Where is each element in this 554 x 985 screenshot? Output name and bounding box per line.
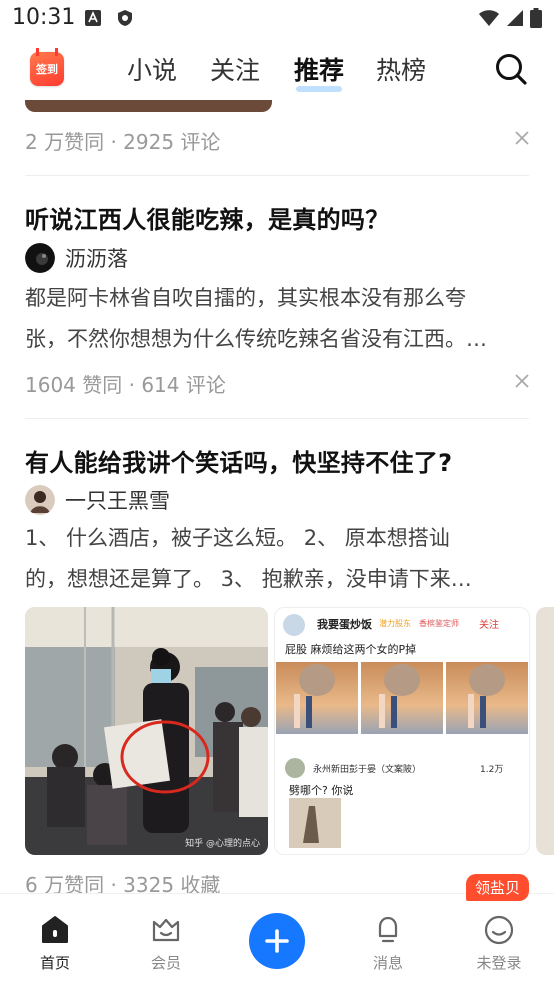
top-navigation: 签到 小说 关注 推荐 热榜: [0, 38, 554, 100]
author-row[interactable]: 沥沥落: [25, 243, 128, 273]
home-icon: [42, 916, 68, 943]
divider: [25, 175, 529, 176]
image-watermark: 知乎 @心理的点心: [185, 839, 260, 849]
tab-novel[interactable]: 小说: [127, 51, 177, 87]
tab-home[interactable]: 首页: [0, 894, 110, 985]
question-title[interactable]: 有人能给我讲个笑话吗，快坚持不住了?: [25, 443, 452, 478]
member-icon: [152, 918, 180, 942]
avatar: [25, 485, 55, 515]
tab-hot-list[interactable]: 热榜: [376, 51, 426, 87]
status-bar: 10:31: [0, 0, 554, 38]
answer-excerpt[interactable]: 都是阿卡林省自吹自擂的，其实根本没有那么夸 张，不然你想想为什么传统吃辣名省没有…: [25, 278, 530, 360]
post-caption: 屁股 麻烦给这两个女的P掉: [285, 643, 417, 656]
avatar: [283, 614, 305, 636]
tab-profile[interactable]: 未登录: [444, 894, 554, 985]
status-time: 10:31: [12, 5, 76, 30]
subway-photo: [25, 607, 268, 855]
answer-excerpt[interactable]: 1、 什么酒店，被子这么短。 2、 原本想搭讪 的，想想还是算了。 3、 抱歉亲…: [25, 518, 530, 600]
signin-button[interactable]: 签到: [30, 48, 64, 86]
reply-user: 永州新田彭于晏（文案陂）: [313, 765, 422, 775]
avatar: [25, 243, 55, 273]
author-row[interactable]: 一只王黑雪: [25, 485, 170, 515]
battery-icon: [530, 8, 542, 28]
answer-image-peek[interactable]: [536, 607, 554, 855]
tab-label: 首页: [39, 954, 70, 972]
plus-icon: [265, 929, 289, 953]
tab-label: 未登录: [476, 954, 522, 972]
signal-icon: [507, 10, 523, 26]
post-user: 我要蛋炒饭: [317, 618, 372, 631]
author-name: 一只王黑雪: [65, 489, 170, 513]
tab-label: 消息: [372, 954, 403, 972]
profile-icon: [484, 915, 514, 945]
reply-photo: [289, 798, 341, 848]
excerpt-line: 1、 什么酒店，被子这么短。 2、 原本想搭讪: [25, 526, 450, 550]
answer-image[interactable]: 我要蛋炒饭 潜力股东 香槟鉴定师 关注 屁股 麻烦给这两个女的P掉 永州新田彭于…: [274, 607, 530, 855]
reply-text: 劈哪个? 你说: [289, 784, 354, 797]
previous-item-thumbnail[interactable]: [25, 100, 272, 112]
tab-recommend[interactable]: 推荐: [294, 51, 344, 87]
bottom-tab-bar: 首页 会员 消息 未登录: [0, 893, 554, 985]
wifi-icon: [479, 10, 499, 26]
tab-follow[interactable]: 关注: [210, 51, 260, 87]
status-right: [478, 8, 542, 28]
tab-messages[interactable]: 消息: [333, 894, 443, 985]
user-tag: 潜力股东: [379, 619, 411, 628]
create-button[interactable]: [249, 913, 305, 969]
signin-label: 签到: [36, 63, 58, 76]
follow-label: 关注: [479, 620, 499, 631]
avatar: [285, 758, 305, 778]
promo-badge[interactable]: 领盐贝: [466, 874, 530, 901]
excerpt-line: 都是阿卡林省自吹自擂的，其实根本没有那么夸: [25, 286, 466, 310]
user-tag: 香槟鉴定师: [419, 619, 459, 628]
search-icon[interactable]: [494, 52, 528, 86]
dismiss-icon[interactable]: [514, 373, 530, 389]
reply-likes: 1.2万: [480, 765, 504, 775]
answer-image[interactable]: 知乎 @心理的点心: [25, 607, 268, 855]
tab-member[interactable]: 会员: [111, 894, 221, 985]
previous-item-stats: 2 万赞同 · 2925 评论: [25, 130, 221, 154]
item-stats: 1604 赞同 · 614 评论: [25, 373, 226, 397]
excerpt-line: 的，想想还是算了。 3、 抱歉亲，没申请下来…: [25, 567, 472, 591]
post-photos: [276, 662, 528, 734]
divider: [25, 418, 529, 419]
shield-icon: [118, 10, 132, 26]
question-title[interactable]: 听说江西人很能吃辣，是真的吗？: [25, 200, 390, 235]
bell-icon: [378, 916, 398, 943]
dismiss-icon[interactable]: [514, 130, 530, 146]
author-name: 沥沥落: [65, 247, 128, 271]
excerpt-line: 张，不然你想想为什么传统吃辣名省没有江西。…: [25, 327, 487, 351]
tab-label: 会员: [150, 954, 181, 972]
keyboard-notification-icon: [85, 10, 101, 26]
